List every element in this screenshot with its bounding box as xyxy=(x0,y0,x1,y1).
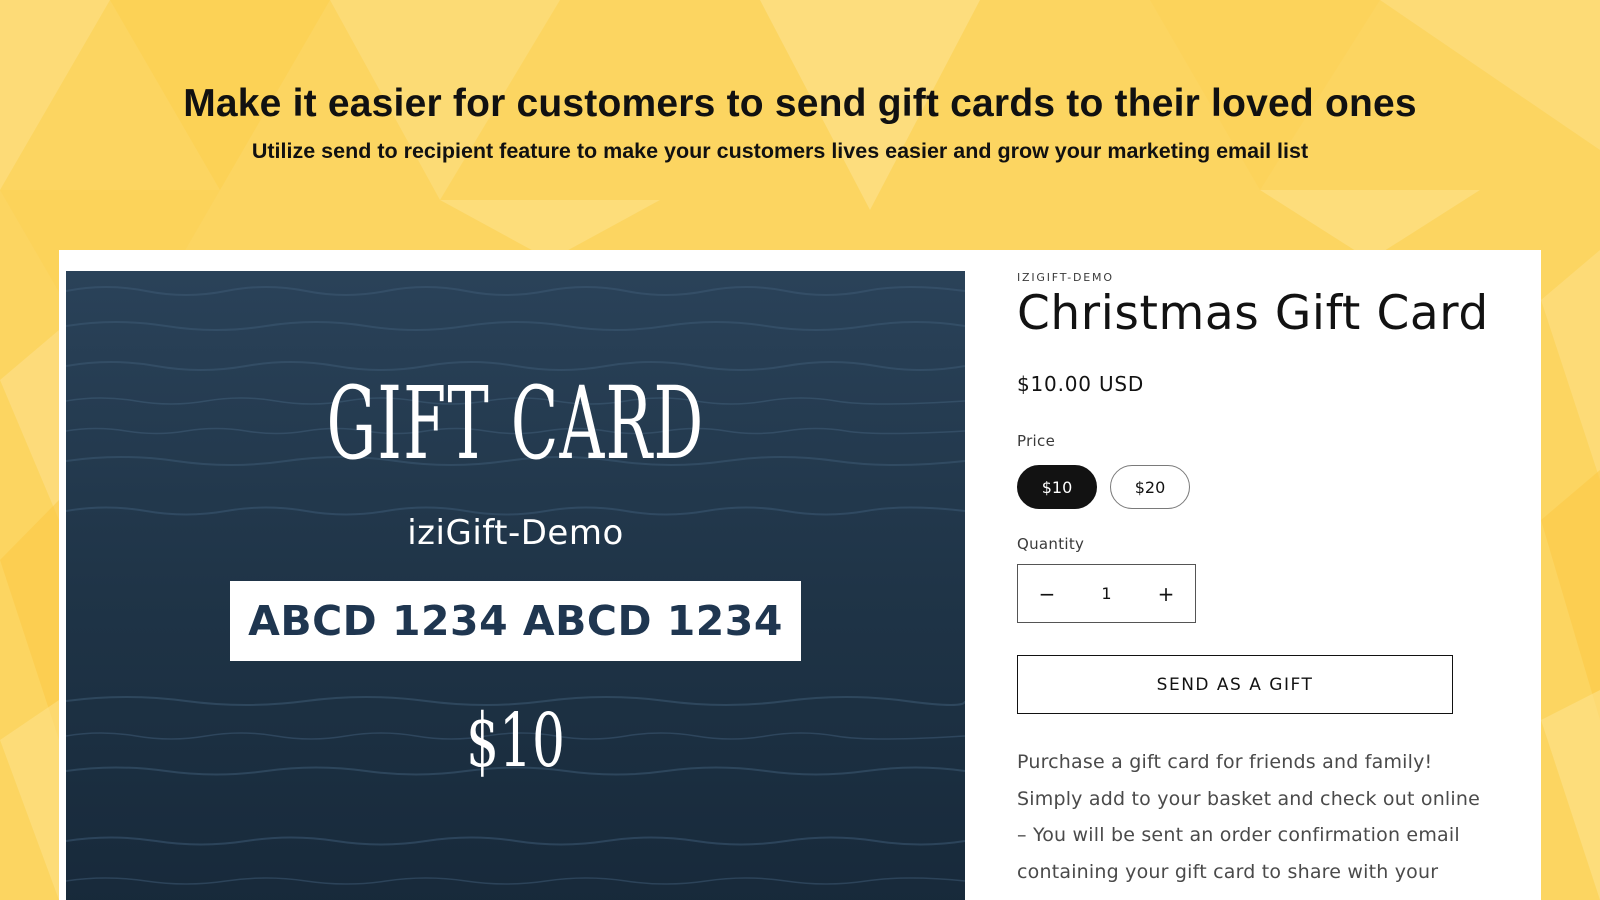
description-line: containing your gift card to share with … xyxy=(1017,860,1439,883)
gift-card-code: ABCD 1234 ABCD 1234 xyxy=(248,597,783,645)
send-as-gift-button[interactable]: SEND AS A GIFT xyxy=(1017,655,1453,714)
quantity-label: Quantity xyxy=(1017,535,1085,553)
gift-card-shop-name: iziGift-Demo xyxy=(407,513,624,553)
plus-icon: + xyxy=(1157,581,1175,606)
description-line: Purchase a gift card for friends and fam… xyxy=(1017,751,1433,773)
gift-card-image[interactable]: GIFT CARD iziGift-Demo ABCD 1234 ABCD 12… xyxy=(66,271,965,900)
quantity-decrease-button[interactable]: − xyxy=(1018,565,1076,622)
product-price: $10.00 USD xyxy=(1017,372,1145,396)
minus-icon: − xyxy=(1038,581,1056,606)
gift-card-amount: $10 xyxy=(466,698,565,784)
product-vendor: IZIGIFT-DEMO xyxy=(1017,271,1114,284)
product-description: Purchase a gift card for friends and fam… xyxy=(1017,744,1481,890)
gift-card-title: GIFT CARD xyxy=(326,365,705,482)
description-line: Simply add to your basket and check out … xyxy=(1017,787,1481,810)
banner-subline: Utilize send to recipient feature to mak… xyxy=(251,139,1309,163)
quantity-stepper: − 1 + xyxy=(1017,564,1196,623)
quantity-input[interactable]: 1 xyxy=(1076,584,1137,603)
product-title: Christmas Gift Card xyxy=(1017,286,1489,341)
quantity-increase-button[interactable]: + xyxy=(1137,565,1195,622)
price-option-20[interactable]: $20 xyxy=(1110,465,1190,509)
price-option-label: Price xyxy=(1017,432,1056,450)
banner-headline: Make it easier for customers to send gif… xyxy=(183,82,1417,125)
gift-card-code-box: ABCD 1234 ABCD 1234 xyxy=(230,581,801,661)
price-option-10[interactable]: $10 xyxy=(1017,465,1097,509)
product-panel: GIFT CARD iziGift-Demo ABCD 1234 ABCD 12… xyxy=(59,250,1541,900)
description-line: – You will be sent an order confirmation… xyxy=(1017,824,1460,846)
